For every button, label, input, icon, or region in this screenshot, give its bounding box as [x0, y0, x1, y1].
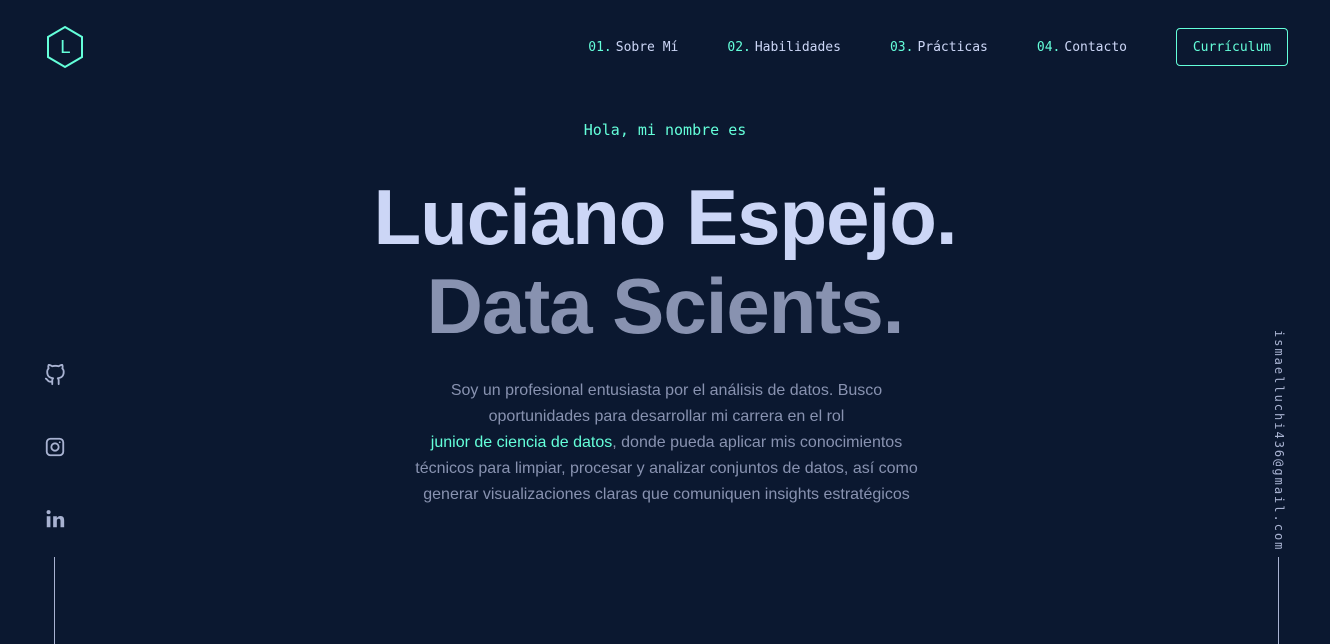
nav-item-label: Prácticas: [917, 39, 988, 55]
main-nav: 01. Sobre Mí 02. Habilidades 03. Prácticas …: [588, 27, 1288, 67]
nav-item-number: 02.: [727, 39, 751, 55]
logo-letter: L: [59, 36, 71, 58]
nav-item-habilidades[interactable]: 02. Habilidades: [727, 40, 841, 55]
instagram-link[interactable]: [44, 436, 66, 458]
bio-line: técnicos para limpiar, procesar y analiz…: [415, 460, 918, 477]
bio-text: , donde pueda aplicar mis conocimientos: [612, 434, 903, 451]
logo[interactable]: L: [45, 25, 85, 69]
nav-item-practicas[interactable]: 03. Prácticas: [890, 40, 988, 55]
bio-line: Soy un profesional entusiasta por el aná…: [450, 382, 883, 399]
bio-line: junior de ciencia de datos, donde pueda …: [385, 430, 948, 456]
right-rail-line: [1278, 557, 1279, 644]
hero-name: Luciano Espejo.: [373, 173, 957, 261]
instagram-icon: [45, 437, 65, 457]
hero-bio: Soy un profesional entusiasta por el aná…: [385, 378, 948, 508]
nav-item-sobre-mi[interactable]: 01. Sobre Mí: [588, 40, 678, 55]
github-icon: [44, 364, 65, 386]
nav-item-number: 04.: [1036, 39, 1061, 55]
bio-line: generar visualizaciones claras que comun…: [423, 486, 910, 503]
nav-item-label: Sobre Mí: [615, 39, 679, 55]
nav-item-contacto[interactable]: 04. Contacto: [1037, 40, 1127, 55]
nav-item-label: Contacto: [1064, 39, 1127, 55]
hero-greeting: Hola, mi nombre es: [583, 121, 747, 139]
email-link[interactable]: ismaelluchi436@gmail.com: [1270, 330, 1286, 551]
left-rail-line: [54, 557, 55, 644]
linkedin-icon: [46, 510, 65, 528]
social-links: [44, 364, 66, 580]
nav-item-number: 01.: [588, 39, 612, 55]
bio-highlight-link[interactable]: junior de ciencia de datos: [431, 434, 612, 451]
github-link[interactable]: [44, 364, 66, 386]
hero-role: Data Scients.: [426, 262, 905, 350]
nav-item-label: Habilidades: [754, 39, 841, 55]
bio-line: oportunidades para desarrollar mi carrer…: [488, 408, 845, 425]
resume-button[interactable]: Currículum: [1176, 28, 1288, 66]
nav-item-number: 03.: [889, 39, 914, 55]
linkedin-link[interactable]: [44, 508, 66, 530]
